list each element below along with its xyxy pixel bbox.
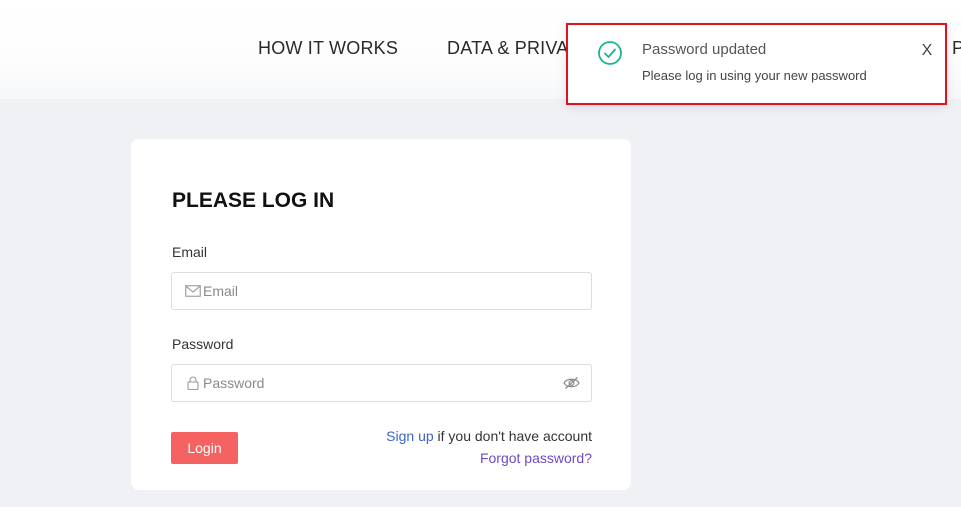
lock-icon <box>187 376 199 390</box>
email-field-container <box>171 272 592 310</box>
nav-data-privacy[interactable]: DATA & PRIVA <box>447 38 568 59</box>
login-card: PLEASE LOG IN Email Password Login Sign … <box>131 139 631 490</box>
login-button[interactable]: Login <box>171 432 238 464</box>
nav-how-it-works[interactable]: HOW IT WORKS <box>258 38 398 59</box>
password-label: Password <box>172 336 234 352</box>
signup-link[interactable]: Sign up <box>386 428 433 444</box>
password-field-container <box>171 364 592 402</box>
password-input[interactable] <box>203 365 553 401</box>
close-toast-button[interactable]: X <box>918 41 936 61</box>
signup-prompt: Sign up if you don't have account <box>386 428 592 444</box>
toast-message: Please log in using your new password <box>642 68 867 83</box>
password-updated-toast: Password updated Please log in using you… <box>566 23 947 105</box>
nav-item-partial[interactable]: P <box>952 38 961 59</box>
eye-slash-icon[interactable] <box>563 376 580 390</box>
signup-suffix-text: if you don't have account <box>433 428 592 444</box>
login-title: PLEASE LOG IN <box>172 189 335 212</box>
email-label: Email <box>172 244 208 260</box>
toast-title: Password updated <box>642 41 767 58</box>
check-circle-icon <box>598 41 622 65</box>
page: HOW IT WORKS DATA & PRIVA P PLEASE LOG I… <box>0 0 961 507</box>
email-input[interactable] <box>203 273 553 309</box>
forgot-password-link[interactable]: Forgot password? <box>480 450 592 466</box>
envelope-icon <box>185 285 201 297</box>
